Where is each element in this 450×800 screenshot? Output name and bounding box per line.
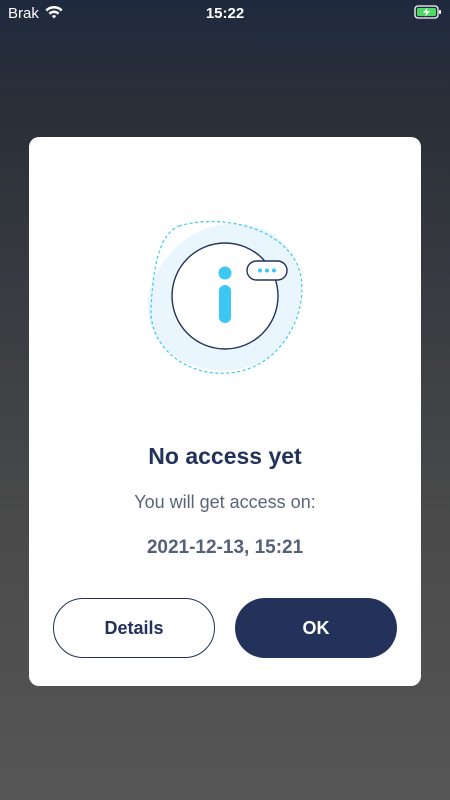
dialog-subtitle: You will get access on: — [134, 492, 316, 512]
screen: Brak 15:22 No access yet You will get ac… — [0, 0, 450, 800]
status-time: 15:22 — [205, 5, 245, 22]
status-bar: Brak 15:22 — [0, 0, 450, 26]
dialog-title: No access yet — [148, 443, 302, 469]
details-button[interactable]: Details — [53, 598, 215, 658]
ok-button[interactable]: OK — [235, 598, 397, 658]
info-icon — [147, 220, 303, 374]
ok-button-label: OK — [302, 617, 330, 638]
access-date: 2021-12-13, 15:21 — [146, 537, 304, 558]
details-button-label: Details — [104, 617, 164, 638]
no-access-dialog: No access yet You will get access on: 20… — [29, 137, 421, 686]
battery-charging-icon — [414, 5, 441, 19]
